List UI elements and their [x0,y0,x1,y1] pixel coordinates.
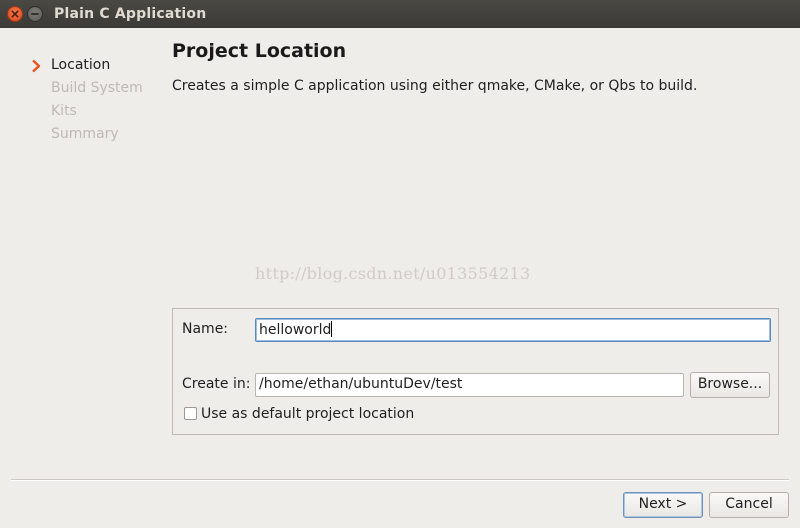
name-input-value: helloworld [259,322,332,338]
step-summary: Summary [51,126,119,142]
create-in-input[interactable]: /home/ethan/ubuntuDev/test [255,373,684,397]
footer-separator-highlight [11,480,789,481]
create-in-value: /home/ethan/ubuntuDev/test [259,376,463,392]
name-label: Name: [182,321,229,337]
close-button[interactable] [7,6,23,22]
name-input[interactable]: helloworld [255,318,771,342]
next-button[interactable]: Next > [623,492,703,518]
window-title: Plain C Application [54,6,207,22]
step-build-system: Build System [51,80,143,96]
minimize-icon [31,13,39,15]
step-location: Location [51,57,111,73]
create-in-label: Create in: [182,376,251,392]
default-location-checkbox[interactable] [184,407,197,420]
text-caret [331,321,333,337]
browse-button[interactable]: Browse... [690,372,770,398]
cancel-button[interactable]: Cancel [709,492,789,518]
page-description: Creates a simple C application using eit… [172,78,698,94]
chevron-right-icon [30,59,42,77]
minimize-button[interactable] [27,6,43,22]
location-form: Name: helloworld Create in: /home/ethan/… [172,308,779,435]
default-location-label: Use as default project location [201,406,415,422]
watermark-text: http://blog.csdn.net/u013554213 [255,264,531,283]
title-bar: Plain C Application [0,0,800,28]
close-icon [11,10,19,18]
step-kits: Kits [51,103,77,119]
page-title: Project Location [172,40,347,62]
